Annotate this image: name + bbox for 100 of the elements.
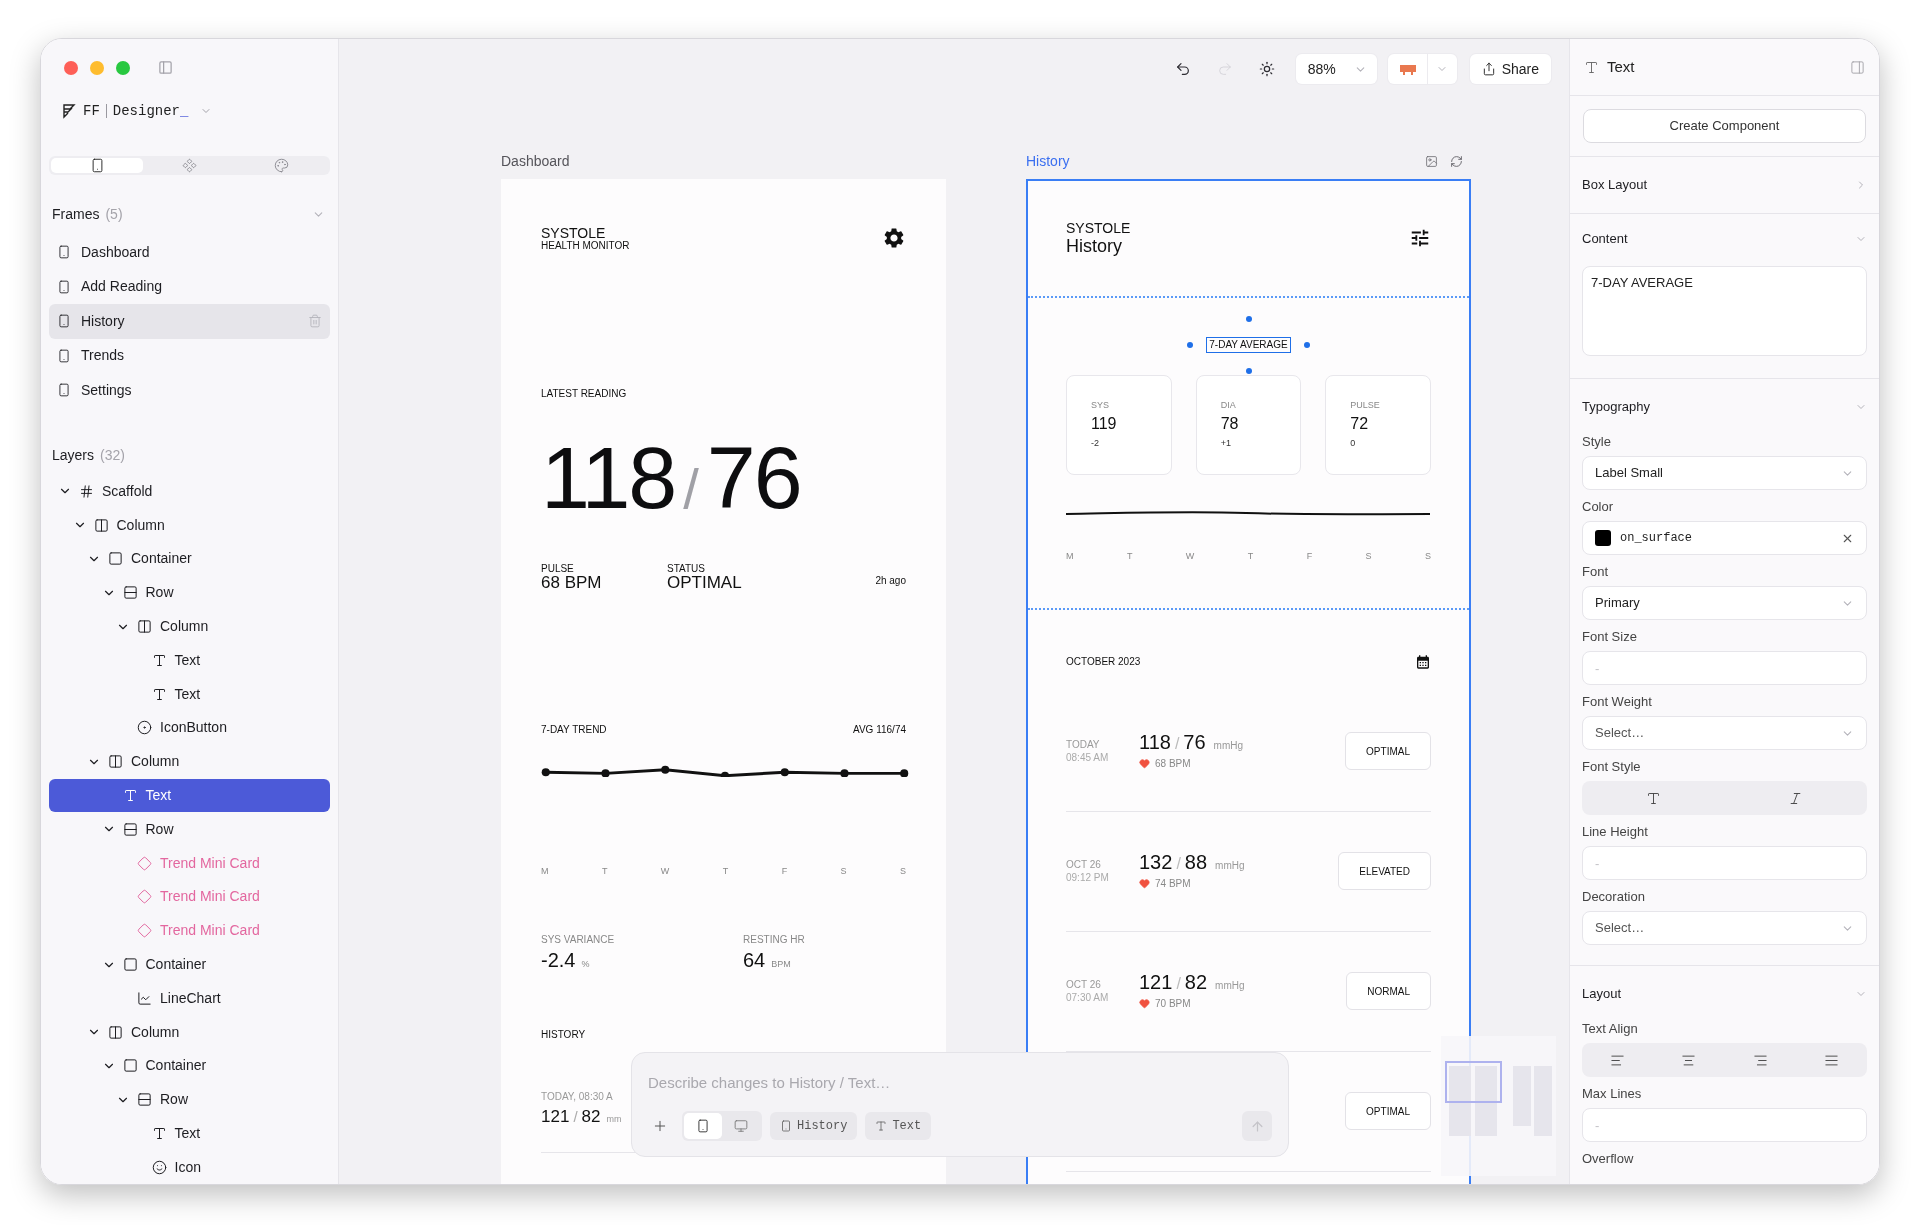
select-field[interactable]: Select… bbox=[1582, 716, 1867, 750]
settings-icon[interactable] bbox=[882, 226, 906, 250]
layer-item[interactable]: Column bbox=[49, 508, 330, 543]
minimize-button[interactable] bbox=[90, 60, 104, 75]
layer-item[interactable]: Text bbox=[49, 778, 330, 813]
text-icon bbox=[1584, 59, 1599, 75]
frame-item[interactable]: History bbox=[49, 304, 330, 339]
calendar-icon[interactable] bbox=[1415, 653, 1431, 670]
reading-separator: / bbox=[1174, 734, 1180, 754]
frame-item[interactable]: Settings bbox=[49, 373, 330, 408]
frame-label[interactable]: Dashboard bbox=[501, 150, 570, 172]
layer-item[interactable]: Scaffold bbox=[49, 474, 330, 509]
create-component-button[interactable]: Create Component bbox=[1583, 109, 1866, 143]
card-value: 72 bbox=[1350, 415, 1370, 433]
layer-item[interactable]: Container bbox=[49, 542, 330, 576]
input-field[interactable]: - bbox=[1582, 1108, 1867, 1142]
share-button[interactable]: Share bbox=[1469, 54, 1551, 84]
logo-icon bbox=[61, 103, 77, 119]
data-point bbox=[661, 765, 670, 774]
align-center-icon bbox=[1681, 1052, 1697, 1068]
text-cursor: _ bbox=[180, 101, 189, 121]
section-title: Box Layout bbox=[1582, 176, 1648, 195]
field-label: Text Align bbox=[1582, 1021, 1639, 1037]
context-chip[interactable]: Text bbox=[865, 1112, 932, 1140]
layer-item[interactable]: Row bbox=[49, 812, 330, 847]
color-field[interactable]: on_surface bbox=[1582, 521, 1867, 555]
section-label[interactable]: 7-DAY AVERAGE bbox=[1207, 338, 1290, 352]
critter-button[interactable] bbox=[1387, 54, 1428, 84]
screen-title: History bbox=[1066, 236, 1123, 256]
layer-item[interactable]: Container bbox=[49, 1049, 330, 1083]
layer-item[interactable]: Icon bbox=[49, 1150, 330, 1184]
layer-item[interactable]: Text bbox=[49, 643, 330, 678]
select-field[interactable]: Select… bbox=[1582, 911, 1867, 945]
zoom-select[interactable]: 88% bbox=[1295, 54, 1377, 84]
text-icon bbox=[1645, 790, 1661, 806]
data-point bbox=[900, 769, 909, 777]
plus-icon[interactable] bbox=[652, 1118, 668, 1134]
image-icon[interactable] bbox=[1425, 154, 1438, 168]
frame-label[interactable]: History bbox=[1026, 150, 1070, 172]
data-point bbox=[541, 768, 550, 777]
average-label: AVG 116/74 bbox=[853, 724, 906, 736]
device-toggle[interactable] bbox=[684, 1113, 722, 1139]
layer-item[interactable]: Text bbox=[49, 1116, 330, 1151]
metric-label: SYS VARIANCE bbox=[541, 933, 616, 946]
sidebar-toggle-icon[interactable] bbox=[158, 60, 173, 75]
day-label: W bbox=[660, 865, 670, 878]
section-title: Frames bbox=[52, 204, 100, 224]
layer-item[interactable]: Column bbox=[49, 744, 330, 779]
select-field[interactable]: Primary bbox=[1582, 586, 1867, 620]
resize-handle[interactable] bbox=[1187, 342, 1194, 348]
card-delta: 0 bbox=[1350, 437, 1357, 450]
layer-item[interactable]: IconButton bbox=[49, 711, 330, 745]
field-label: Font Style bbox=[1582, 759, 1642, 775]
input-field[interactable]: - bbox=[1582, 651, 1867, 685]
resize-handle[interactable] bbox=[1245, 316, 1252, 322]
stat-value: OPTIMAL bbox=[667, 574, 742, 592]
layer-item[interactable]: Row bbox=[49, 575, 330, 610]
section-title: Typography bbox=[1582, 398, 1650, 417]
panel-toggle-icon[interactable] bbox=[1850, 59, 1865, 75]
resize-handle[interactable] bbox=[1245, 368, 1252, 374]
refresh-icon[interactable] bbox=[1450, 154, 1463, 168]
field-label: Max Lines bbox=[1582, 1086, 1643, 1102]
monitor-icon bbox=[734, 1119, 748, 1133]
layer-item[interactable]: Text bbox=[49, 677, 330, 712]
palette-icon bbox=[274, 158, 290, 173]
phone-icon bbox=[57, 348, 71, 363]
select-field[interactable]: Label Small bbox=[1582, 456, 1867, 490]
reading-day: OCT 26 bbox=[1066, 978, 1139, 991]
resize-handle[interactable] bbox=[1303, 342, 1310, 348]
status-chip: OPTIMAL bbox=[1345, 732, 1431, 770]
layer-item[interactable]: Column bbox=[49, 1015, 330, 1050]
frame-item[interactable]: Dashboard bbox=[49, 235, 330, 270]
frame-item[interactable]: Trends bbox=[49, 338, 330, 373]
prompt-box[interactable]: Describe changes to History / Text… History Text bbox=[631, 1052, 1289, 1157]
text-icon bbox=[151, 652, 167, 668]
frame-item[interactable]: Add Reading bbox=[49, 269, 330, 304]
input-field[interactable]: - bbox=[1582, 846, 1867, 880]
day-label: S bbox=[899, 865, 906, 878]
layer-item[interactable]: Column bbox=[49, 609, 330, 644]
context-chip[interactable]: History bbox=[770, 1112, 858, 1140]
content-field[interactable]: 7-DAY AVERAGE bbox=[1582, 266, 1867, 356]
reading-separator: / bbox=[683, 457, 699, 521]
align-right-icon bbox=[1752, 1052, 1768, 1068]
sidebar-tab[interactable] bbox=[51, 158, 144, 173]
sliders-icon[interactable] bbox=[1409, 227, 1431, 249]
layer-item[interactable]: Row bbox=[49, 1082, 330, 1117]
reading-day: OCT 26 bbox=[1066, 858, 1139, 871]
reading-separator: / bbox=[1176, 854, 1181, 874]
maximize-button[interactable] bbox=[116, 60, 130, 75]
close-button[interactable] bbox=[64, 60, 78, 75]
smiley-icon bbox=[151, 1159, 167, 1175]
layer-item[interactable]: LineChart bbox=[49, 981, 330, 1016]
data-point bbox=[720, 771, 730, 777]
status-chip: OPTIMAL bbox=[1345, 1092, 1431, 1130]
layer-item[interactable]: Container bbox=[49, 947, 330, 982]
card-label: PULSE bbox=[1350, 400, 1381, 411]
data-point bbox=[601, 769, 610, 777]
trash-icon[interactable] bbox=[308, 314, 322, 329]
columns-icon bbox=[108, 754, 123, 770]
heart-icon bbox=[1139, 878, 1150, 889]
